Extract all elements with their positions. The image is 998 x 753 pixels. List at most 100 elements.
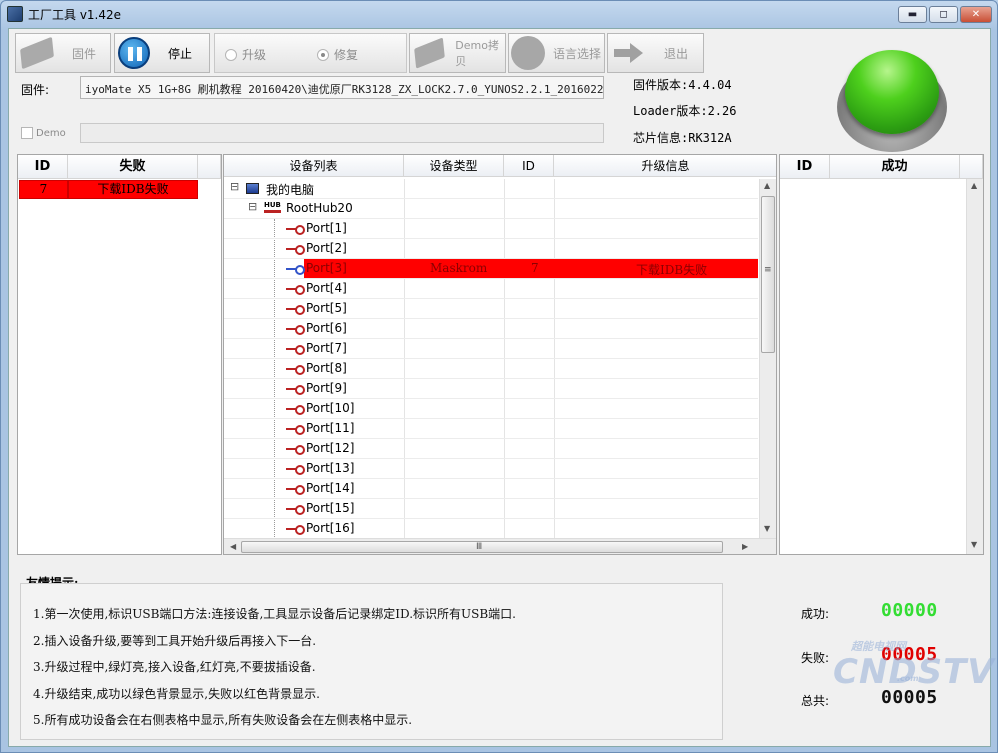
tree-row-port[interactable]: Port[15] xyxy=(224,499,758,519)
close-button[interactable]: ✕ xyxy=(960,6,992,23)
tree-horizontal-scrollbar[interactable]: ◀ Ⅲ ▶ xyxy=(224,538,776,554)
language-icon xyxy=(511,36,545,70)
device-tree: 设备列表 设备类型 ID 升级信息 ⊟ 我的电脑 ⊟ HUB RootHub20 Port… xyxy=(223,154,777,555)
repair-radio-label: 修复 xyxy=(334,48,359,62)
port-name: Port[15] xyxy=(306,501,355,515)
demo-checkbox[interactable]: Demo xyxy=(21,127,66,139)
fail-row-id[interactable]: 7 xyxy=(19,180,68,199)
usb-port-icon xyxy=(286,485,305,495)
success-table-scrollbar[interactable]: ▲ ▼ xyxy=(966,179,983,554)
scroll-up-icon[interactable]: ▲ xyxy=(971,181,977,190)
status-light-cap xyxy=(845,50,939,134)
total-count-label: 总共: xyxy=(801,694,830,708)
port-name: Port[9] xyxy=(306,381,347,395)
repair-radio[interactable]: 修复 xyxy=(317,46,358,63)
tree-row-port[interactable]: Port[1] xyxy=(224,219,758,239)
usb-port-icon xyxy=(286,425,305,435)
scroll-left-icon[interactable]: ◀ xyxy=(230,542,236,551)
stop-button[interactable]: 停止 xyxy=(114,33,210,73)
upgrade-info-header[interactable]: 升级信息 xyxy=(554,155,776,177)
fail-row-status[interactable]: 下载IDB失败 xyxy=(68,180,198,199)
port-name: Port[2] xyxy=(306,241,347,255)
device-list-header[interactable]: 设备列表 xyxy=(224,155,404,177)
repair-radio-dot xyxy=(317,48,329,61)
usb-port-icon xyxy=(286,245,305,255)
tree-row-port[interactable]: Port[9] xyxy=(224,379,758,399)
usb-port-icon xyxy=(286,325,305,335)
computer-icon xyxy=(246,183,259,194)
success-table-status-header[interactable]: 成功 xyxy=(830,155,960,179)
device-id-header[interactable]: ID xyxy=(504,155,554,177)
tree-row-port[interactable]: Port[11] xyxy=(224,419,758,439)
firmware-label: 固件: xyxy=(21,83,50,97)
port-name: Port[6] xyxy=(306,321,347,335)
horizontal-scroll-thumb[interactable]: Ⅲ xyxy=(241,541,723,553)
upgrade-radio-dot xyxy=(225,48,237,61)
fail-table-id-header[interactable]: ID xyxy=(18,155,68,179)
firmware-path-field[interactable]: iyoMate X5 1G+8G 刷机教程 20160420\迪优原厂RK312… xyxy=(80,76,604,99)
exit-arrow-icon xyxy=(614,43,644,63)
fail-table-status-header[interactable]: 失败 xyxy=(68,155,198,179)
tip-item: 5.所有成功设备会在右侧表格中显示,所有失败设备会在左侧表格中显示. xyxy=(33,713,413,727)
tip-item: 4.升级结束,成功以绿色背景显示,失败以红色背景显示. xyxy=(33,687,320,701)
tree-row-port[interactable]: Port[8] xyxy=(224,359,758,379)
title-bar[interactable]: 工厂工具 v1.42e ▬ ◻ ✕ xyxy=(1,1,997,28)
progress-bar xyxy=(80,123,604,143)
tree-row-port[interactable]: Port[7] xyxy=(224,339,758,359)
minimize-button[interactable]: ▬ xyxy=(898,6,927,23)
exit-button[interactable]: 退出 xyxy=(607,33,704,73)
app-icon xyxy=(7,6,23,22)
tree-row-port[interactable]: Port[6] xyxy=(224,319,758,339)
usb-port-icon xyxy=(286,525,305,535)
scroll-up-icon[interactable]: ▲ xyxy=(764,181,770,190)
port-name: Port[7] xyxy=(306,341,347,355)
mode-radio-group: 升级 修复 xyxy=(214,33,407,73)
scroll-down-icon[interactable]: ▼ xyxy=(764,524,770,533)
success-table-id-header[interactable]: ID xyxy=(780,155,830,179)
hscroll-grip-icon: Ⅲ xyxy=(476,542,483,552)
usb-port-icon xyxy=(286,465,305,475)
expand-toggle-icon[interactable]: ⊟ xyxy=(230,180,239,193)
tree-vertical-scrollbar[interactable]: ▲ ≡ ▼ xyxy=(759,179,776,538)
firmware-button[interactable]: 固件 xyxy=(15,33,111,73)
port-name: Port[8] xyxy=(306,361,347,375)
tree-row-port[interactable]: Port[14] xyxy=(224,479,758,499)
maximize-button[interactable]: ◻ xyxy=(929,6,958,23)
scroll-grip-icon: ≡ xyxy=(764,265,772,275)
language-button-label: 语言选择 xyxy=(553,46,602,61)
tip-item: 3.升级过程中,绿灯亮,接入设备,红灯亮,不要拔插设备. xyxy=(33,660,316,674)
tree-row-root[interactable]: ⊟ 我的电脑 xyxy=(224,179,758,199)
device-type-header[interactable]: 设备类型 xyxy=(404,155,504,177)
port-name: Port[5] xyxy=(306,301,347,315)
scroll-right-icon[interactable]: ▶ xyxy=(742,542,748,551)
fail-table-header-filler xyxy=(198,155,221,179)
demo-copy-button[interactable]: Demo拷贝 xyxy=(409,33,506,73)
fail-count-label: 失败: xyxy=(801,651,830,665)
success-count: 00000 xyxy=(881,600,938,621)
tree-row-port[interactable]: Port[4] xyxy=(224,279,758,299)
demo-checkbox-box xyxy=(21,127,33,139)
upgrade-radio[interactable]: 升级 xyxy=(225,46,266,63)
tree-row-port[interactable]: Port[16] xyxy=(224,519,758,539)
watermark: 超能电视网 CNDSTV .com xyxy=(833,634,994,718)
success-table-header-filler xyxy=(960,155,983,179)
tree-row-port[interactable]: Port[3] Maskrom 7 下载IDB失败 xyxy=(224,259,758,279)
language-button[interactable]: 语言选择 xyxy=(508,33,605,73)
usb-hub-icon: HUB xyxy=(264,201,281,213)
tree-row-port[interactable]: Port[12] xyxy=(224,439,758,459)
tree-row-port[interactable]: Port[2] xyxy=(224,239,758,259)
tree-row-port[interactable]: Port[10] xyxy=(224,399,758,419)
expand-toggle-icon[interactable]: ⊟ xyxy=(248,200,257,213)
tip-item: 1.第一次使用,标识USB端口方法:连接设备,工具显示设备后记录绑定ID.标识所… xyxy=(33,607,516,621)
usb-port-icon xyxy=(286,445,305,455)
port-name: Port[10] xyxy=(306,401,355,415)
chip-info: 芯片信息:RK312A xyxy=(633,131,732,145)
tree-row-hub[interactable]: ⊟ HUB RootHub20 xyxy=(224,199,758,219)
tip-item: 2.插入设备升级,要等到工具开始升级后再接入下一台. xyxy=(33,634,317,648)
tree-row-port[interactable]: Port[13] xyxy=(224,459,758,479)
firmware-version: 固件版本:4.4.04 xyxy=(633,78,732,92)
tree-row-port[interactable]: Port[5] xyxy=(224,299,758,319)
port-name: Port[12] xyxy=(306,441,355,455)
scroll-down-icon[interactable]: ▼ xyxy=(971,540,977,549)
vertical-scroll-thumb[interactable]: ≡ xyxy=(761,196,775,353)
